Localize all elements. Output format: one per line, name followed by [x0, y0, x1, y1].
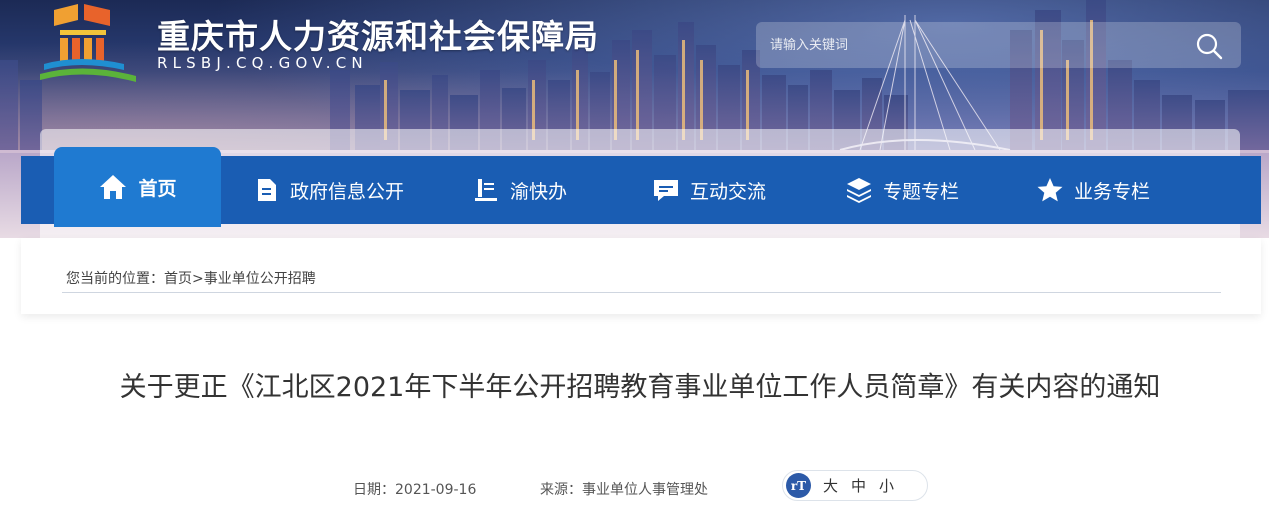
nav-item-gov-info[interactable]: 政府信息公开 — [252, 156, 404, 224]
font-size-control: rT 大 中 小 — [782, 470, 928, 501]
nav-item-business[interactable]: 业务专栏 — [1036, 156, 1150, 224]
font-size-medium[interactable]: 中 — [851, 475, 866, 496]
nav-item-label: 渝快办 — [510, 180, 568, 203]
article-date: 日期：2021-09-16 — [353, 482, 477, 498]
breadcrumb-prefix: 您当前的位置： — [66, 271, 164, 287]
search-icon[interactable] — [1195, 32, 1223, 60]
search-box — [756, 22, 1241, 68]
site-title: 重庆市人力资源和社会保障局 — [157, 17, 599, 56]
article-title: 关于更正《江北区2021年下半年公开招聘教育事业单位工作人员简章》有关内容的通知 — [119, 372, 1161, 403]
article-source: 来源：事业单位人事管理处 — [540, 482, 708, 498]
nav-item-label: 业务专栏 — [1074, 180, 1151, 203]
document-icon — [252, 176, 280, 204]
service-counter-icon — [472, 176, 500, 204]
nav-item-label: 政府信息公开 — [290, 180, 405, 203]
nav-home-label: 首页 — [138, 177, 177, 200]
site-domain: RLSBJ.CQ.GOV.CN — [157, 54, 368, 72]
nav-item-label: 专题专栏 — [883, 180, 960, 203]
layers-icon — [845, 176, 873, 204]
breadcrumb-home-link[interactable]: 首页 — [164, 271, 192, 287]
font-size-small[interactable]: 小 — [879, 475, 894, 496]
search-input[interactable] — [756, 22, 1176, 68]
breadcrumb-divider — [62, 292, 1221, 293]
nav-item-special[interactable]: 专题专栏 — [845, 156, 959, 224]
bureau-logo — [40, 4, 136, 82]
text-size-icon: rT — [786, 473, 811, 498]
nav-item-label: 互动交流 — [690, 180, 767, 203]
breadcrumb-current-link[interactable]: 事业单位公开招聘 — [204, 271, 316, 287]
breadcrumb-separator: > — [192, 271, 204, 287]
font-size-large[interactable]: 大 — [823, 475, 838, 496]
star-icon — [1036, 176, 1064, 204]
nav-item-yukuaiban[interactable]: 渝快办 — [472, 156, 567, 224]
chat-icon — [652, 176, 680, 204]
nav-item-home[interactable]: 首页 — [54, 147, 221, 227]
home-icon — [98, 172, 128, 202]
breadcrumb: 您当前的位置：首页>事业单位公开招聘 — [66, 268, 316, 288]
nav-item-interaction[interactable]: 互动交流 — [652, 156, 766, 224]
